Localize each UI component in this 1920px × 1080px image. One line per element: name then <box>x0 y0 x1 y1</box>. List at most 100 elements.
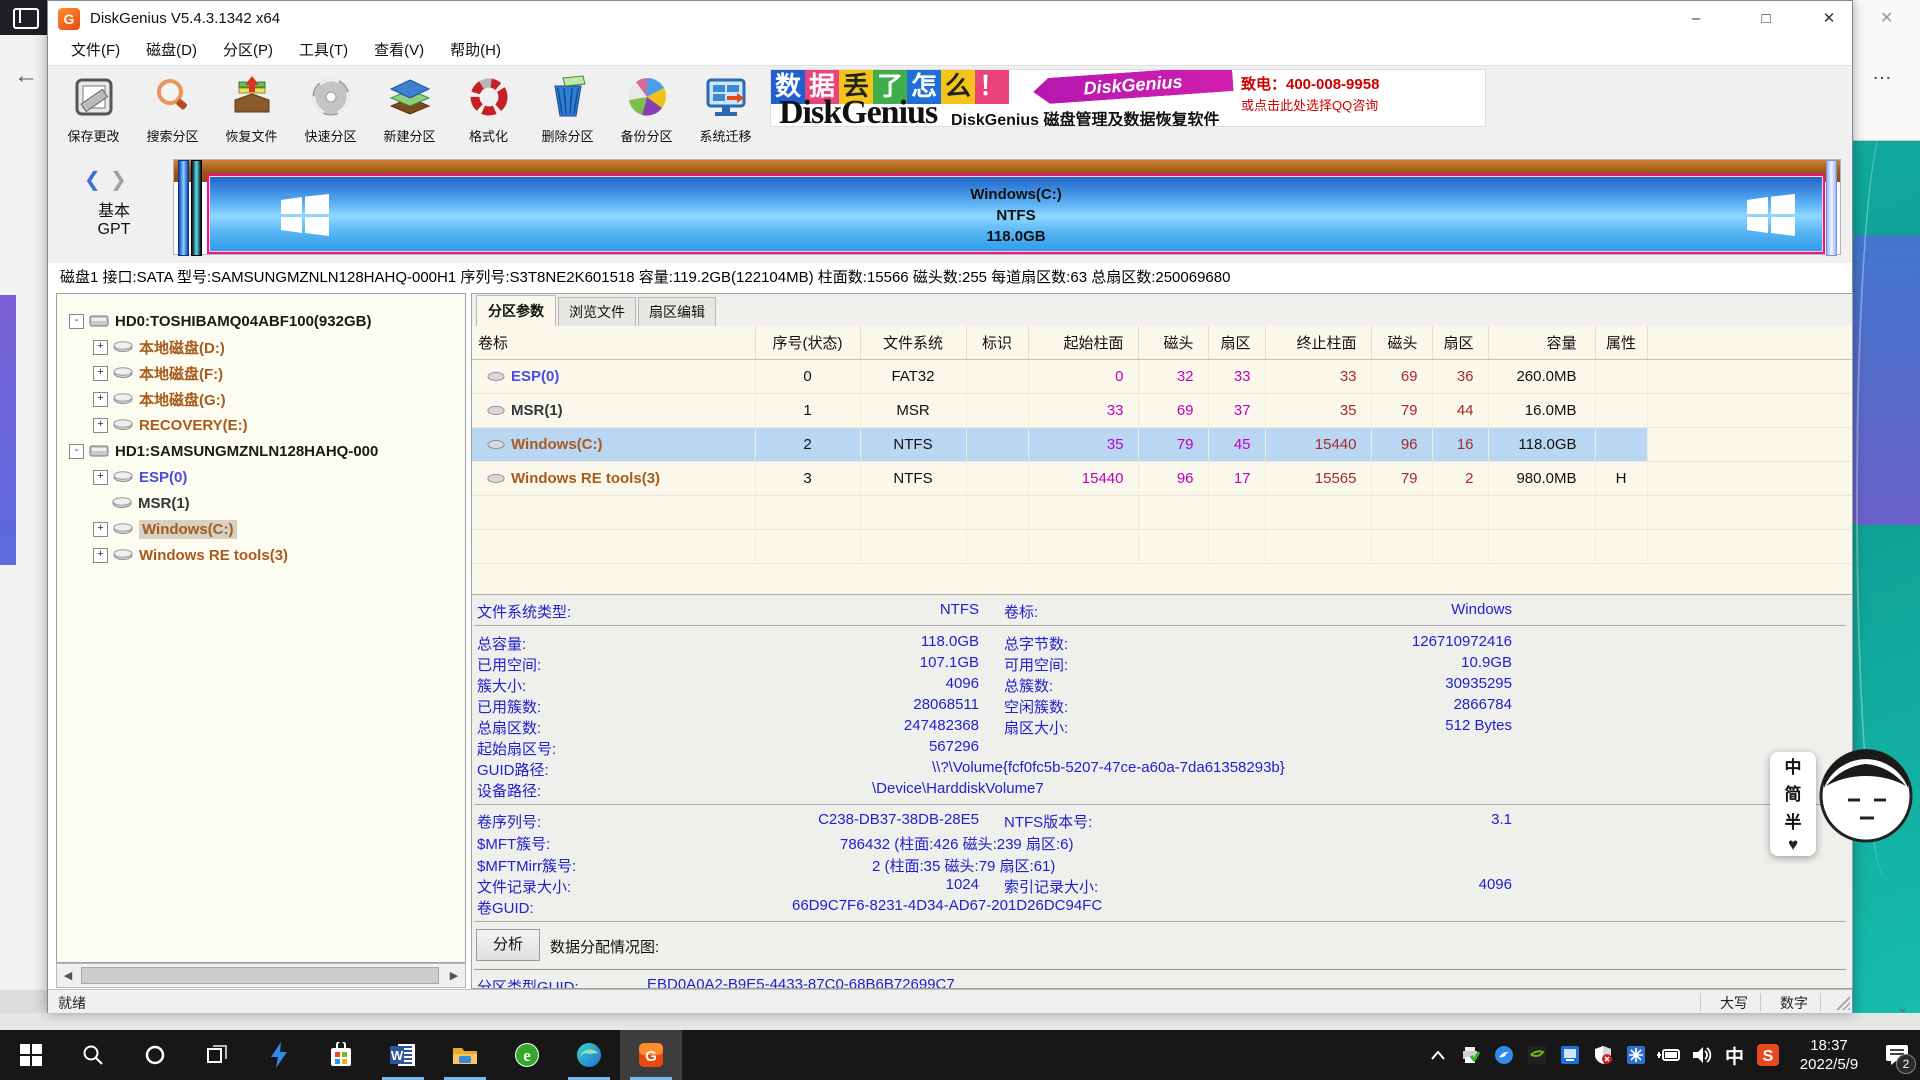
diskgenius-taskbar-button[interactable]: G <box>620 1030 682 1080</box>
nav-left-icon[interactable]: ❮ <box>84 167 101 192</box>
tree-item-recovery-e[interactable]: + RECOVERY(E:) <box>57 412 465 438</box>
quick-partition-button[interactable]: 快速分区 <box>291 70 370 150</box>
nvidia-settings-icon[interactable] <box>1520 1030 1553 1080</box>
menu-partition[interactable]: 分区(P) <box>210 39 286 63</box>
back-arrow-icon[interactable]: ← <box>14 62 38 90</box>
tray-chevron-icon[interactable] <box>1421 1030 1454 1080</box>
resize-grip[interactable] <box>1836 996 1850 1010</box>
search-partition-button[interactable]: 搜索分区 <box>133 70 212 150</box>
ie-browser-button[interactable]: e <box>496 1030 558 1080</box>
ime-chinese-mode[interactable]: 中 <box>1785 753 1802 778</box>
volume-icon[interactable] <box>1685 1030 1718 1080</box>
tree-item-local-d[interactable]: + 本地磁盘(D:) <box>57 334 465 360</box>
recover-files-button[interactable]: 恢复文件 <box>212 70 291 150</box>
taskbar-clock[interactable]: 18:37 2022/5/9 <box>1784 1036 1874 1074</box>
ime-heart-icon[interactable]: ♥ <box>1788 835 1798 855</box>
partition-icon <box>113 471 133 483</box>
menu-file[interactable]: 文件(F) <box>58 39 133 63</box>
task-view-button[interactable] <box>186 1030 248 1080</box>
tab-sector-edit[interactable]: 扇区编辑 <box>638 297 716 326</box>
delete-partition-button[interactable]: 删除分区 <box>528 70 607 150</box>
scroll-right-icon[interactable]: ▶ <box>443 969 465 982</box>
tree-item-hd0[interactable]: - HD0:TOSHIBAMQ04ABF100(932GB) <box>57 308 465 334</box>
ad-banner[interactable]: 数 据 丢 了 怎 么 ！ DiskGenius DiskGenius 致电：4… <box>770 69 1486 127</box>
esp-partition-sliver[interactable] <box>178 160 189 256</box>
maximize-button[interactable]: □ <box>1743 1 1789 37</box>
start-button[interactable] <box>0 1030 62 1080</box>
backup-partition-button[interactable]: 备份分区 <box>607 70 686 150</box>
expand-icon[interactable]: + <box>93 366 108 381</box>
notification-badge: 2 <box>1896 1054 1916 1074</box>
intel-graphics-icon[interactable] <box>1553 1030 1586 1080</box>
search-icon <box>150 74 196 120</box>
scrollbar-thumb[interactable] <box>81 967 439 984</box>
menu-tools[interactable]: 工具(T) <box>286 39 361 63</box>
expand-icon[interactable]: + <box>93 340 108 355</box>
tree-item-esp[interactable]: + ESP(0) <box>57 464 465 490</box>
overflow-menu-icon[interactable]: … <box>1872 62 1894 85</box>
table-row-msr[interactable]: MSR(1) 1MSR 336937 357944 16.0MB <box>472 394 1853 428</box>
tree-item-windows-c[interactable]: + Windows(C:) <box>57 516 465 542</box>
save-changes-button[interactable]: 保存更改 <box>54 70 133 150</box>
tree-item-hd1[interactable]: - HD1:SAMSUNGMZNLN128HAHQ-000 <box>57 438 465 464</box>
flash-app-button[interactable] <box>248 1030 310 1080</box>
collapse-icon[interactable]: - <box>69 444 84 459</box>
power-plug-icon[interactable] <box>1652 1030 1685 1080</box>
tab-browse-files[interactable]: 浏览文件 <box>558 297 636 326</box>
tree-item-local-g[interactable]: + 本地磁盘(G:) <box>57 386 465 412</box>
ime-mascot-avatar[interactable] <box>1818 748 1914 844</box>
action-center-button[interactable]: 2 <box>1874 1030 1920 1080</box>
banner-qq-link[interactable]: 或点击此处选择QQ咨询 <box>1241 95 1486 114</box>
tab-partition-params[interactable]: 分区参数 <box>476 295 556 327</box>
table-row-esp[interactable]: ESP(0) 0FAT32 03233 336936 260.0MB <box>472 360 1853 394</box>
nav-right-icon[interactable]: ❯ <box>110 167 127 192</box>
format-button[interactable]: 格式化 <box>449 70 528 150</box>
disk-tree[interactable]: - HD0:TOSHIBAMQ04ABF100(932GB) + 本地磁盘(D:… <box>56 293 466 963</box>
partition-icon <box>487 405 505 416</box>
system-migrate-button[interactable]: 系统迁移 <box>686 70 765 150</box>
microsoft-store-button[interactable] <box>310 1030 372 1080</box>
sogou-icon[interactable]: S <box>1751 1030 1784 1080</box>
disk-bar[interactable]: Windows(C:) NTFS 118.0GB <box>173 159 1841 255</box>
menu-disk[interactable]: 磁盘(D) <box>133 39 210 63</box>
collapse-icon[interactable]: - <box>69 314 84 329</box>
printer-check-icon[interactable] <box>1454 1030 1487 1080</box>
close-button[interactable]: ✕ <box>1806 1 1852 37</box>
re-tools-partition-sliver[interactable] <box>1826 160 1837 256</box>
expand-icon[interactable]: + <box>93 522 108 537</box>
tree-item-local-f[interactable]: + 本地磁盘(F:) <box>57 360 465 386</box>
menu-view[interactable]: 查看(V) <box>361 39 437 63</box>
analyze-button[interactable]: 分析 <box>476 929 540 961</box>
file-explorer-button[interactable] <box>434 1030 496 1080</box>
expand-icon[interactable]: + <box>93 418 108 433</box>
tree-horizontal-scrollbar[interactable]: ◀ ▶ <box>56 963 466 988</box>
partition-icon <box>487 371 505 382</box>
cortana-button[interactable] <box>124 1030 186 1080</box>
word-button[interactable]: W <box>372 1030 434 1080</box>
titlebar[interactable]: G DiskGenius V5.4.3.1342 x64 – □ ✕ <box>48 1 1852 37</box>
windows-c-partition-box[interactable]: Windows(C:) NTFS 118.0GB <box>207 174 1825 254</box>
msr-partition-sliver[interactable] <box>191 160 202 256</box>
tree-item-windows-re[interactable]: + Windows RE tools(3) <box>57 542 465 568</box>
ime-simplified-mode[interactable]: 简 <box>1785 780 1802 805</box>
menu-help[interactable]: 帮助(H) <box>437 39 514 63</box>
messenger-bird-icon[interactable] <box>1487 1030 1520 1080</box>
scroll-down-chevron-icon[interactable]: ⌄ <box>1896 998 1909 1016</box>
edge-button[interactable] <box>558 1030 620 1080</box>
taskbar-search-button[interactable] <box>62 1030 124 1080</box>
minimize-button[interactable]: – <box>1673 1 1719 37</box>
expand-icon[interactable]: + <box>93 392 108 407</box>
expand-icon[interactable]: + <box>93 548 108 563</box>
tree-item-msr[interactable]: MSR(1) <box>57 490 465 516</box>
ime-language-icon[interactable]: 中 <box>1718 1030 1751 1080</box>
defender-alert-icon[interactable] <box>1586 1030 1619 1080</box>
ime-status-panel[interactable]: 中 简 半 ♥ <box>1770 752 1816 856</box>
expand-icon[interactable]: + <box>93 470 108 485</box>
table-row-windows-c-selected[interactable]: Windows(C:) 2NTFS 357945 154409616 118.0… <box>472 428 1853 462</box>
table-row-windows-re[interactable]: Windows RE tools(3) 3NTFS 154409617 1556… <box>472 462 1853 496</box>
scroll-left-icon[interactable]: ◀ <box>57 969 79 982</box>
new-partition-button[interactable]: 新建分区 <box>370 70 449 150</box>
snowflake-app-icon[interactable] <box>1619 1030 1652 1080</box>
ime-halfwidth-mode[interactable]: 半 <box>1785 808 1802 833</box>
background-close-icon[interactable]: ✕ <box>1880 8 1893 28</box>
